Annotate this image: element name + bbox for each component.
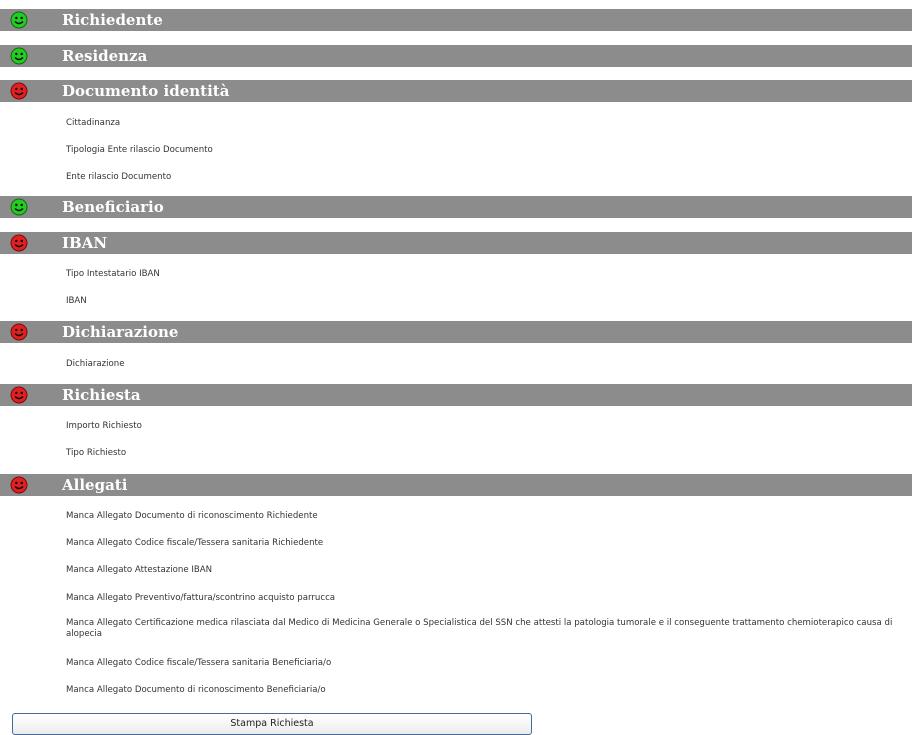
section-header-iban[interactable]: IBAN xyxy=(0,232,912,254)
smiley-green-icon xyxy=(10,47,28,65)
section-title: Richiedente xyxy=(62,11,163,29)
print-request-button[interactable]: Stampa Richiesta xyxy=(12,713,532,735)
section-header-allegati[interactable]: Allegati xyxy=(0,474,912,496)
smiley-green-icon xyxy=(10,198,28,216)
section-header-documento-identita[interactable]: Documento identità xyxy=(0,80,912,102)
section-header-richiesta[interactable]: Richiesta xyxy=(0,384,912,406)
smiley-green-icon xyxy=(10,11,28,29)
validation-item-cittadinanza: Cittadinanza xyxy=(66,118,121,128)
section-header-beneficiario[interactable]: Beneficiario xyxy=(0,196,912,218)
validation-item-allegato-preventivo: Manca Allegato Preventivo/fattura/scontr… xyxy=(66,593,336,603)
validation-item-allegato-doc-beneficiario: Manca Allegato Documento di riconoscimen… xyxy=(66,685,326,695)
section-header-richiedente[interactable]: Richiedente xyxy=(0,9,912,31)
section-title: Beneficiario xyxy=(62,198,164,216)
smiley-red-icon xyxy=(10,323,28,341)
validation-item-iban: IBAN xyxy=(66,296,87,306)
section-title: Residenza xyxy=(62,47,148,65)
section-header-dichiarazione[interactable]: Dichiarazione xyxy=(0,321,912,343)
smiley-red-icon xyxy=(10,386,28,404)
section-title: IBAN xyxy=(62,234,108,252)
section-title: Documento identità xyxy=(62,82,230,100)
smiley-red-icon xyxy=(10,476,28,494)
validation-item-tipo-intestatario: Tipo Intestatario IBAN xyxy=(66,269,160,279)
section-title: Allegati xyxy=(62,476,128,494)
validation-item-allegato-cf-beneficiario: Manca Allegato Codice fiscale/Tessera sa… xyxy=(66,658,332,668)
validation-item-allegato-doc-richiedente: Manca Allegato Documento di riconoscimen… xyxy=(66,511,318,521)
smiley-red-icon xyxy=(10,82,28,100)
section-title: Richiesta xyxy=(62,386,141,404)
validation-item-importo-richiesto: Importo Richiesto xyxy=(66,421,142,431)
validation-item-allegato-iban: Manca Allegato Attestazione IBAN xyxy=(66,565,213,575)
section-header-residenza[interactable]: Residenza xyxy=(0,45,912,67)
smiley-red-icon xyxy=(10,234,28,252)
validation-item-tipologia-ente: Tipologia Ente rilascio Documento xyxy=(66,145,213,155)
validation-item-dichiarazione: Dichiarazione xyxy=(66,359,125,369)
validation-item-tipo-richiesto: Tipo Richiesto xyxy=(66,448,127,458)
validation-item-ente-rilascio: Ente rilascio Documento xyxy=(66,172,172,182)
validation-item-allegato-certificazione: Manca Allegato Certificazione medica ril… xyxy=(66,618,893,639)
validation-item-allegato-cf-richiedente: Manca Allegato Codice fiscale/Tessera sa… xyxy=(66,538,324,548)
section-title: Dichiarazione xyxy=(62,323,179,341)
